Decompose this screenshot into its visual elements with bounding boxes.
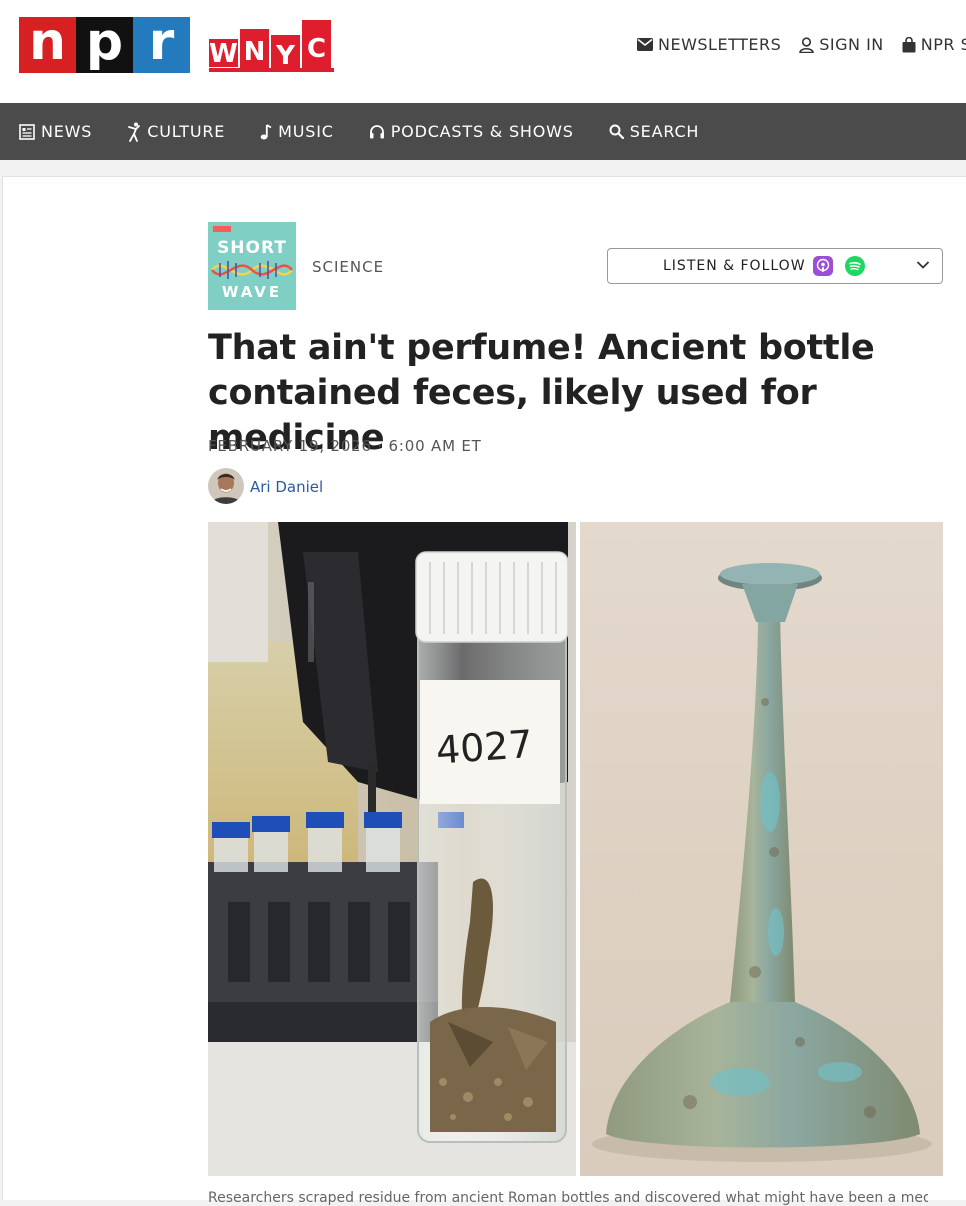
author-link[interactable]: Ari Daniel: [250, 478, 323, 496]
shopping-bag-icon: [902, 36, 916, 52]
nav-music-label: MUSIC: [278, 122, 334, 141]
apple-podcasts-icon: [813, 256, 833, 276]
user-icon: [799, 36, 815, 53]
brand-bar: n p r W N Y C NEWSLETTERS SIGN IN NPR SH: [0, 0, 966, 103]
sign-in-label: SIGN IN: [819, 35, 884, 54]
podcast-art-line2: WAVE: [221, 283, 283, 301]
music-note-icon: [260, 123, 272, 139]
dna-wave-icon: [211, 261, 293, 279]
nav-music[interactable]: MUSIC: [260, 122, 334, 141]
wnyc-logo-w: W: [209, 39, 238, 69]
nav-search[interactable]: SEARCH: [609, 122, 700, 141]
nav-search-label: SEARCH: [629, 122, 700, 141]
nav-news-label: NEWS: [41, 122, 93, 141]
short-wave-podcast-art[interactable]: SHORT WAVE: [208, 222, 296, 310]
author-avatar[interactable]: [208, 468, 244, 504]
photo-caption: Researchers scraped residue from ancient…: [208, 1190, 928, 1206]
newspaper-icon: [19, 123, 35, 140]
headphones-icon: [369, 125, 384, 139]
npr-logo-r: r: [133, 16, 190, 73]
wnyc-logo-y: Y: [271, 35, 300, 71]
nav-culture[interactable]: CULTURE: [127, 122, 225, 142]
listen-follow-label: LISTEN & FOLLOW: [663, 258, 806, 274]
wnyc-logo[interactable]: W N Y C: [209, 20, 331, 71]
sign-in-link[interactable]: SIGN IN: [799, 35, 884, 54]
podcast-art-line1: SHORT: [217, 238, 287, 258]
nav-podcasts[interactable]: PODCASTS & SHOWS: [369, 122, 574, 141]
shop-label: NPR SH: [920, 35, 966, 54]
vial-label-text: 4027: [435, 722, 535, 773]
npr-logo[interactable]: n p r: [19, 16, 190, 73]
main-nav: NEWS CULTURE MUSIC PODCASTS & SHOWS SEAR…: [0, 103, 966, 160]
npr-logo-n: n: [19, 16, 76, 73]
article-dateline: FEBRUARY 19, 2026 · 6:00 AM ET: [208, 437, 482, 455]
nav-news[interactable]: NEWS: [19, 122, 92, 141]
section-link-science[interactable]: SCIENCE: [312, 258, 384, 276]
ancient-bottle-photo: [580, 522, 943, 1176]
top-links: NEWSLETTERS SIGN IN NPR SH: [637, 35, 966, 54]
wnyc-logo-underline: [209, 68, 334, 72]
vial-photo: 4027: [208, 522, 576, 1176]
listen-follow-dropdown[interactable]: LISTEN & FOLLOW: [607, 248, 943, 284]
wnyc-logo-c: C: [302, 20, 331, 69]
npr-mini-logo: [213, 226, 231, 232]
shop-link[interactable]: NPR SH: [902, 35, 966, 54]
dancer-icon: [128, 122, 141, 142]
chevron-down-icon: [916, 261, 930, 269]
envelope-icon: [637, 38, 653, 51]
wnyc-logo-n: N: [240, 29, 269, 69]
search-icon: [609, 124, 624, 139]
nav-culture-label: CULTURE: [147, 122, 226, 141]
newsletters-link[interactable]: NEWSLETTERS: [637, 35, 781, 54]
newsletters-label: NEWSLETTERS: [658, 35, 782, 54]
npr-logo-p: p: [76, 16, 133, 73]
spotify-icon: [845, 256, 865, 276]
nav-podcasts-label: PODCASTS & SHOWS: [390, 122, 574, 141]
